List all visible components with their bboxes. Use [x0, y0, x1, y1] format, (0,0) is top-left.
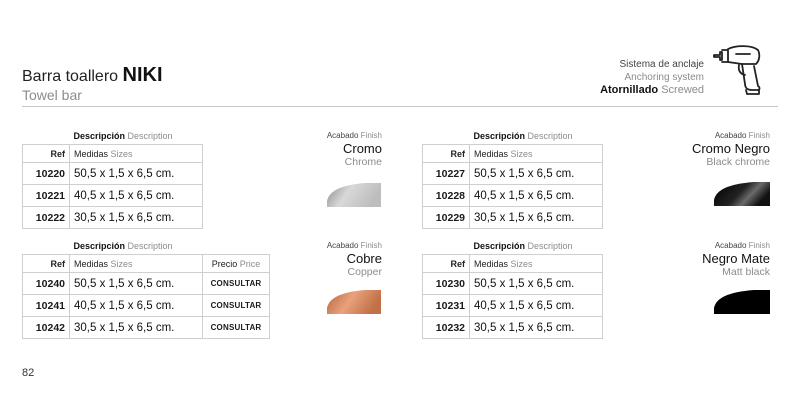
price-cell: CONSULTAR	[202, 316, 270, 339]
finish-name-es: Cobre	[346, 251, 382, 266]
title-prefix: Barra toallero	[22, 68, 119, 85]
anchoring-type-en: Screwed	[661, 84, 704, 96]
anchoring-type: Atornillado Screwed	[600, 84, 704, 97]
page-subtitle: Towel bar	[22, 87, 82, 103]
product-table-black-chrome: Descripción Description Ref Medidas Sizes…	[422, 128, 603, 229]
table-row: 10220 50,5 x 1,5 x 6,5 cm.	[22, 162, 203, 185]
table-row: 10241 40,5 x 1,5 x 6,5 cm. CONSULTAR	[22, 294, 270, 317]
ref-header: Ref	[22, 254, 70, 273]
ref-header: Ref	[422, 144, 470, 163]
finish-name-es: Cromo	[342, 141, 382, 156]
swatch-chrome	[327, 183, 381, 207]
table-row: 10228 40,5 x 1,5 x 6,5 cm.	[422, 184, 603, 207]
finish-name-en: Chrome	[344, 156, 382, 168]
price-header: Precio Price	[202, 254, 270, 273]
table-row: 10221 40,5 x 1,5 x 6,5 cm.	[22, 184, 203, 207]
finish-name-en: Black chrome	[706, 156, 770, 168]
anchoring-type-es: Atornillado	[600, 84, 659, 96]
finish-name-en: Matt black	[722, 266, 770, 278]
finish-matt-black: Acabado Finish Negro Mate Matt black	[702, 241, 770, 279]
product-table-matt-black: Descripción Description Ref Medidas Sizes…	[422, 238, 603, 339]
finish-name-es: Cromo Negro	[691, 141, 770, 156]
anchoring-label-es: Sistema de anclaje	[619, 59, 705, 70]
finish-label: Acabado Finish	[326, 241, 382, 250]
ref-header: Ref	[422, 254, 470, 273]
sizes-header: Medidas Sizes	[69, 254, 203, 273]
table-row: 10242 30,5 x 1,5 x 6,5 cm. CONSULTAR	[22, 316, 270, 339]
sizes-header: Medidas Sizes	[469, 144, 603, 163]
finish-black-chrome: Acabado Finish Cromo Negro Black chrome	[692, 131, 770, 169]
price-cell: CONSULTAR	[202, 294, 270, 317]
swatch-black-chrome	[714, 182, 770, 206]
product-table-copper: Descripción Description Ref Medidas Sizes…	[22, 238, 270, 339]
finish-label: Acabado Finish	[714, 241, 770, 250]
page-number: 82	[22, 367, 35, 379]
drill-icon	[713, 45, 761, 95]
finish-label: Acabado Finish	[714, 131, 770, 140]
sizes-header: Medidas Sizes	[469, 254, 603, 273]
finish-name-en: Copper	[347, 266, 382, 278]
desc-header: Descripción Description	[73, 131, 173, 141]
table-row: 10222 30,5 x 1,5 x 6,5 cm.	[22, 206, 203, 229]
table-row: 10230 50,5 x 1,5 x 6,5 cm.	[422, 272, 603, 295]
desc-header: Descripción Description	[473, 241, 573, 251]
swatch-matt-black	[714, 290, 770, 314]
table-row: 10231 40,5 x 1,5 x 6,5 cm.	[422, 294, 603, 317]
finish-copper: Acabado Finish Cobre Copper	[327, 241, 382, 279]
sizes-header: Medidas Sizes	[69, 144, 203, 163]
anchoring-label-en: Anchoring system	[624, 72, 704, 83]
header-divider	[22, 106, 778, 107]
ref-header: Ref	[22, 144, 70, 163]
finish-label: Acabado Finish	[326, 131, 382, 140]
table-row: 10229 30,5 x 1,5 x 6,5 cm.	[422, 206, 603, 229]
finish-name-es: Negro Mate	[702, 251, 770, 266]
title-product-name: NIKI	[122, 64, 163, 86]
table-row: 10232 30,5 x 1,5 x 6,5 cm.	[422, 316, 603, 339]
price-cell: CONSULTAR	[202, 272, 270, 295]
page-title: Barra toallero NIKI	[22, 64, 163, 87]
finish-chrome: Acabado Finish Cromo Chrome	[327, 131, 382, 169]
table-row: 10240 50,5 x 1,5 x 6,5 cm. CONSULTAR	[22, 272, 270, 295]
desc-header: Descripción Description	[473, 131, 573, 141]
table-row: 10227 50,5 x 1,5 x 6,5 cm.	[422, 162, 603, 185]
desc-header: Descripción Description	[73, 241, 173, 251]
swatch-copper	[327, 290, 381, 314]
anchoring-info: Sistema de anclaje Anchoring system Ator…	[600, 58, 704, 97]
product-table-chrome: Descripción Description Ref Medidas Sizes…	[22, 128, 203, 229]
